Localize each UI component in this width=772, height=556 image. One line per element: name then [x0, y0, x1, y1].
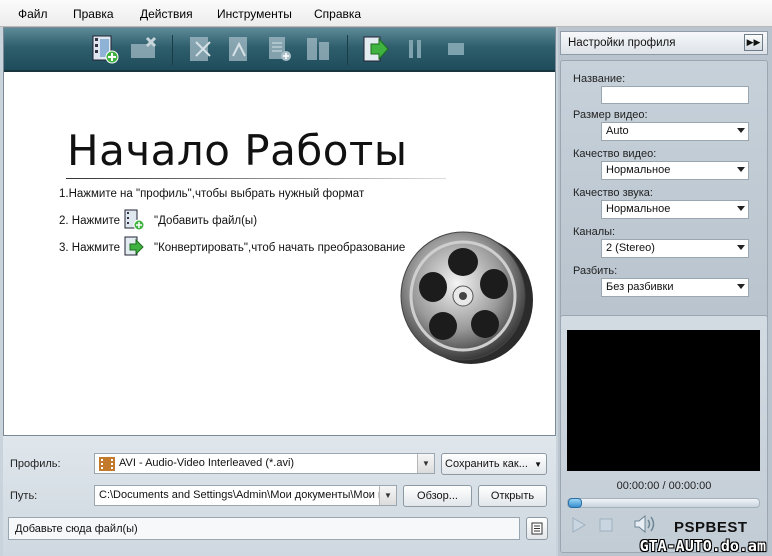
add-file-icon[interactable]	[264, 33, 296, 65]
divider	[66, 178, 446, 179]
menu-bar: Файл Правка Действия Инструменты Справка	[0, 0, 772, 27]
film-icon	[99, 457, 115, 473]
pause-icon[interactable]	[399, 33, 431, 65]
channels-select[interactable]: 2 (Stereo)	[601, 239, 749, 258]
audio-quality-select[interactable]: Нормальное	[601, 200, 749, 219]
right-panel: Настройки профиля ▶▶ Название: Размер ви…	[558, 27, 772, 556]
profile-select[interactable]: AVI - Audio-Video Interleaved (*.avi) ▼	[94, 453, 435, 474]
chevron-down-icon[interactable]: ▼	[417, 454, 434, 473]
main-frame: Начало Работы 1.Нажмите на "профиль",что…	[3, 27, 556, 436]
profile-settings-box: Название: Размер видео: Auto Качество ви…	[560, 60, 768, 335]
chevron-down-icon	[737, 245, 745, 250]
film-reel-icon	[397, 224, 537, 369]
browse-button[interactable]: Обзор...	[403, 485, 472, 507]
menu-file[interactable]: Файл	[18, 7, 48, 21]
path-label: Путь:	[10, 490, 38, 502]
path-value: C:\Documents and Settings\Admin\Мои доку…	[99, 489, 384, 501]
status-field: Добавьте сюда файл(ы)	[8, 517, 520, 540]
convert-icon[interactable]	[360, 33, 392, 65]
chevron-down-icon	[737, 206, 745, 211]
step-2-prefix: 2. Нажмите	[59, 215, 121, 227]
channels-value: 2 (Stereo)	[606, 242, 655, 254]
open-button[interactable]: Открыть	[478, 485, 547, 507]
video-size-value: Auto	[606, 125, 629, 137]
profile-settings-title: Настройки профиля	[568, 37, 676, 49]
stop-icon[interactable]	[599, 518, 613, 535]
video-quality-value: Нормальное	[606, 164, 671, 176]
cut-icon[interactable]	[185, 33, 217, 65]
video-size-label: Размер видео:	[573, 109, 648, 121]
step-3-prefix: 3. Нажмите	[59, 242, 121, 254]
welcome-title: Начало Работы	[67, 126, 408, 175]
video-quality-select[interactable]: Нормальное	[601, 161, 749, 180]
path-input[interactable]: C:\Documents and Settings\Admin\Мои доку…	[94, 485, 397, 506]
time-display: 00:00:00 / 00:00:00	[616, 480, 712, 492]
profile-settings-header: Настройки профиля ▶▶	[560, 31, 768, 55]
chevron-down-icon	[737, 167, 745, 172]
volume-icon[interactable]	[633, 514, 655, 537]
channels-label: Каналы:	[573, 226, 616, 238]
video-size-select[interactable]: Auto	[601, 122, 749, 141]
stop-icon[interactable]	[440, 33, 472, 65]
video-quality-label: Качество видео:	[573, 148, 657, 160]
seek-handle[interactable]	[568, 498, 582, 508]
name-input[interactable]	[601, 86, 749, 104]
step-2-text: "Добавить файл(ы)	[154, 215, 258, 227]
chevron-down-icon: ▼	[534, 459, 542, 469]
split-label: Разбить:	[573, 265, 618, 277]
toolbar-separator	[347, 35, 348, 65]
menu-actions[interactable]: Действия	[140, 7, 193, 21]
split-select[interactable]: Без разбивки	[601, 278, 749, 297]
seek-bar[interactable]	[567, 498, 760, 508]
chevron-down-icon	[737, 284, 745, 289]
log-icon[interactable]	[526, 517, 548, 540]
preview-player: 00:00:00 / 00:00:00 PSPBEST	[560, 315, 768, 553]
name-label: Название:	[573, 73, 626, 85]
toolbar	[4, 28, 555, 72]
add-video-icon[interactable]	[89, 33, 121, 65]
save-as-label: Сохранить как...	[445, 458, 528, 470]
watermark: GTA-AUTO.do.am	[639, 537, 766, 555]
collapse-icon[interactable]: ▶▶	[744, 34, 763, 51]
step-3-text: "Конвертировать",чтоб начать преобразова…	[154, 242, 406, 254]
remove-icon[interactable]	[128, 33, 160, 65]
toolbar-separator	[172, 35, 173, 65]
profile-label: Профиль:	[10, 458, 61, 470]
preview-screen	[567, 330, 760, 471]
merge-icon[interactable]	[303, 33, 335, 65]
save-as-button[interactable]: Сохранить как... ▼	[441, 453, 547, 475]
menu-help[interactable]: Справка	[314, 7, 361, 21]
convert-icon	[123, 236, 145, 258]
play-icon[interactable]	[571, 516, 587, 537]
menu-edit[interactable]: Правка	[73, 7, 114, 21]
menu-tools[interactable]: Инструменты	[217, 7, 292, 21]
step-1: 1.Нажмите на "профиль",чтобы выбрать нуж…	[59, 188, 365, 200]
split-icon[interactable]	[224, 33, 256, 65]
profile-value: AVI - Audio-Video Interleaved (*.avi)	[119, 457, 295, 469]
add-file-icon	[123, 209, 145, 231]
split-value: Без разбивки	[606, 281, 674, 293]
brand-label: PSPBEST	[674, 519, 748, 536]
audio-quality-label: Качество звука:	[573, 187, 653, 199]
welcome-area: Начало Работы 1.Нажмите на "профиль",что…	[4, 74, 555, 435]
chevron-down-icon[interactable]: ▼	[379, 486, 396, 505]
audio-quality-value: Нормальное	[606, 203, 671, 215]
chevron-down-icon	[737, 128, 745, 133]
